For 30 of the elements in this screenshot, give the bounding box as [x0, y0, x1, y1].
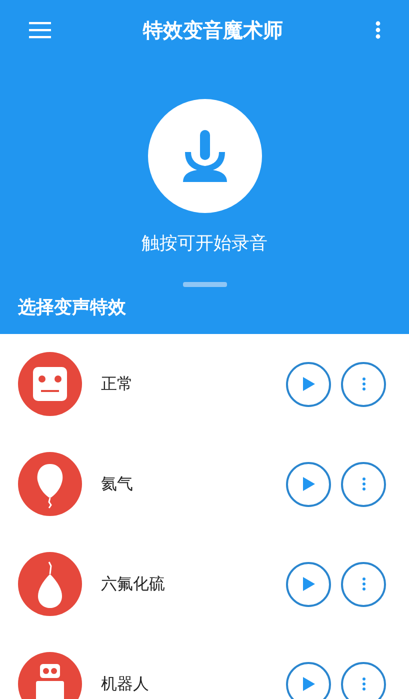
section-title: 选择变声特效 — [18, 296, 126, 319]
record-hint: 触按可开始录音 — [142, 232, 268, 255]
more-icon[interactable] — [375, 21, 381, 39]
more-icon — [362, 577, 366, 591]
play-icon — [302, 377, 314, 391]
app-title: 特效变音魔术师 — [142, 16, 284, 44]
play-icon — [302, 577, 314, 591]
play-icon — [302, 677, 314, 691]
effect-name: 正常 — [101, 374, 134, 394]
effect-icon — [18, 452, 82, 516]
play-button[interactable] — [286, 662, 331, 699]
more-icon — [362, 477, 366, 491]
more-icon — [362, 677, 366, 691]
more-button[interactable] — [341, 462, 386, 506]
drag-handle[interactable] — [182, 282, 226, 287]
play-button[interactable] — [286, 462, 331, 506]
more-icon — [362, 377, 366, 391]
more-button[interactable] — [341, 362, 386, 406]
effect-name: 机器人 — [101, 674, 150, 694]
effect-name: 六氟化硫 — [101, 574, 166, 594]
play-button[interactable] — [286, 562, 331, 606]
play-icon — [302, 477, 314, 491]
effect-name: 氦气 — [101, 474, 134, 494]
menu-icon[interactable] — [29, 21, 51, 39]
more-button[interactable] — [341, 662, 386, 699]
more-button[interactable] — [341, 562, 386, 606]
effect-icon — [18, 552, 82, 616]
play-button[interactable] — [286, 362, 331, 406]
effect-icon — [18, 352, 82, 416]
microphone-icon — [180, 130, 228, 182]
